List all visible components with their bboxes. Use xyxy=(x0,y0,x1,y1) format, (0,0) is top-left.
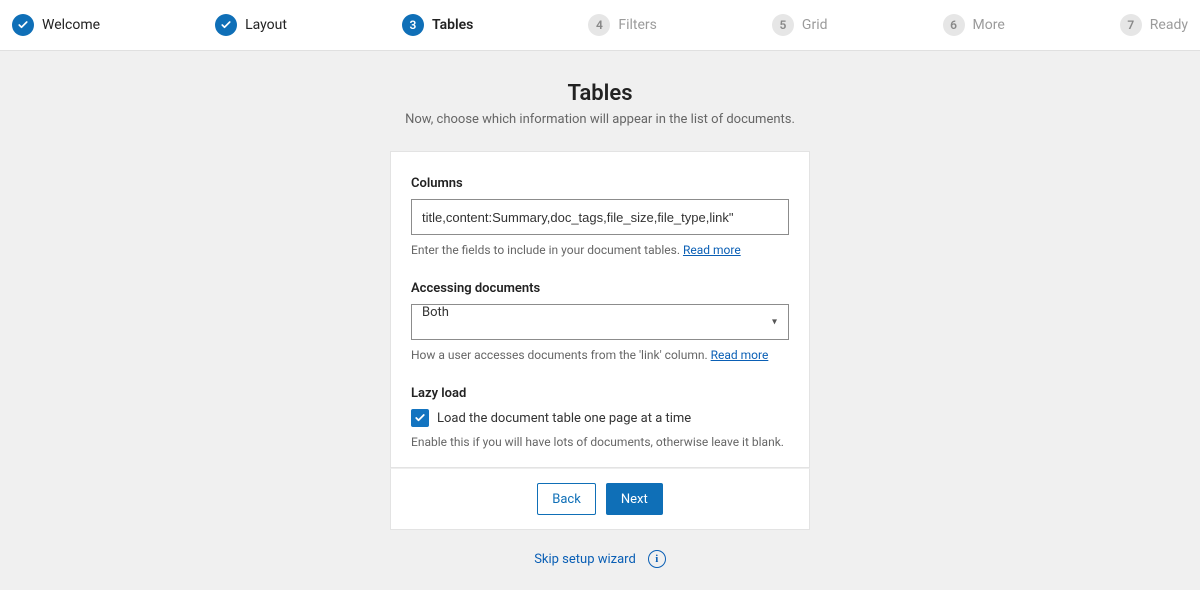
columns-input[interactable] xyxy=(411,199,789,235)
lazyload-label: Lazy load xyxy=(411,386,789,401)
step-grid[interactable]: 5 Grid xyxy=(772,14,943,36)
info-icon[interactable]: i xyxy=(648,550,666,568)
lazyload-checkbox-row: Load the document table one page at a ti… xyxy=(411,409,789,427)
footer-link-row: Skip setup wizard i xyxy=(534,550,666,568)
step-label: Tables xyxy=(432,17,473,33)
step-label: Grid xyxy=(802,17,828,33)
step-filters[interactable]: 4 Filters xyxy=(588,14,772,36)
columns-label: Columns xyxy=(411,176,789,191)
stepper: Welcome Layout 3 Tables 4 Filters 5 Grid… xyxy=(0,0,1200,51)
step-label: Ready xyxy=(1150,17,1188,33)
check-icon xyxy=(12,14,34,36)
step-tables[interactable]: 3 Tables xyxy=(402,14,588,36)
columns-field-group: Columns Enter the fields to include in y… xyxy=(411,176,789,257)
step-number-icon: 3 xyxy=(402,14,424,36)
page-title: Tables xyxy=(567,81,632,106)
accessing-help: How a user accesses documents from the '… xyxy=(411,348,789,362)
accessing-field-group: Accessing documents Both ▾ How a user ac… xyxy=(411,281,789,362)
step-label: More xyxy=(973,17,1005,33)
main-content: Tables Now, choose which information wil… xyxy=(0,51,1200,588)
lazyload-checkbox-label: Load the document table one page at a ti… xyxy=(437,411,691,426)
back-button[interactable]: Back xyxy=(537,483,596,515)
step-number-icon: 5 xyxy=(772,14,794,36)
button-bar: Back Next xyxy=(390,468,810,530)
step-ready[interactable]: 7 Ready xyxy=(1120,14,1188,36)
accessing-label: Accessing documents xyxy=(411,281,789,296)
columns-help: Enter the fields to include in your docu… xyxy=(411,243,789,257)
lazyload-help: Enable this if you will have lots of doc… xyxy=(411,435,789,449)
step-number-icon: 6 xyxy=(943,14,965,36)
step-more[interactable]: 6 More xyxy=(943,14,1120,36)
read-more-link[interactable]: Read more xyxy=(683,243,741,257)
columns-help-text: Enter the fields to include in your docu… xyxy=(411,243,683,257)
step-label: Filters xyxy=(618,17,657,33)
lazyload-checkbox[interactable] xyxy=(411,409,429,427)
accessing-help-text: How a user accesses documents from the '… xyxy=(411,348,711,362)
skip-wizard-link[interactable]: Skip setup wizard xyxy=(534,552,636,567)
lazyload-field-group: Lazy load Load the document table one pa… xyxy=(411,386,789,449)
settings-card: Columns Enter the fields to include in y… xyxy=(390,151,810,468)
read-more-link[interactable]: Read more xyxy=(711,348,769,362)
check-icon xyxy=(215,14,237,36)
step-layout[interactable]: Layout xyxy=(215,14,402,36)
accessing-select[interactable]: Both xyxy=(411,304,789,340)
next-button[interactable]: Next xyxy=(606,483,663,515)
accessing-select-wrap: Both ▾ xyxy=(411,304,789,340)
step-welcome[interactable]: Welcome xyxy=(12,14,215,36)
page-subtitle: Now, choose which information will appea… xyxy=(405,112,795,127)
step-label: Layout xyxy=(245,17,287,33)
step-label: Welcome xyxy=(42,17,100,33)
step-number-icon: 4 xyxy=(588,14,610,36)
step-number-icon: 7 xyxy=(1120,14,1142,36)
